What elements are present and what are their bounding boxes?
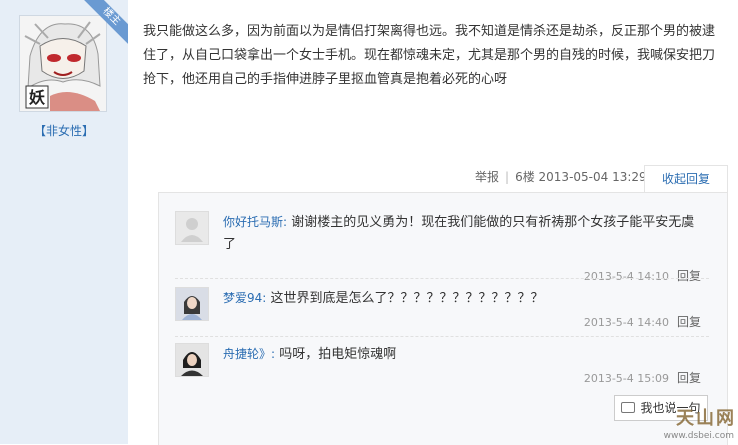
- post-content: 我只能做这么多，因为前面以为是情侣打架离得也远。我不知道是情杀还是劫杀，反正那个…: [143, 24, 716, 87]
- watermark-text: 天山网: [676, 408, 736, 429]
- author-sidebar: 妖 【非女性】: [0, 0, 128, 444]
- list-item: 你好托马斯: 谢谢楼主的见义勇为！现在我们能做的只有祈祷那个女孩子能平安无虞了 …: [175, 211, 709, 283]
- reply-time: 2013-5-4 14:40: [583, 316, 669, 329]
- reply-button[interactable]: 回复: [677, 269, 701, 283]
- reply-button[interactable]: 回复: [677, 315, 701, 329]
- reply-divider: [175, 278, 709, 279]
- reply-avatar[interactable]: [175, 287, 209, 321]
- reply-author[interactable]: 你好托马斯:: [223, 215, 287, 229]
- post-timestamp: 2013-05-04 13:29: [538, 170, 647, 184]
- comment-icon: [621, 402, 636, 413]
- lz-badge-label: 楼主: [84, 0, 128, 44]
- reply-author[interactable]: 梦爱94:: [223, 291, 266, 305]
- list-item: 梦爱94: 这世界到底是怎么了？？？？？？？？？？？？ 2013-5-4 14:…: [175, 287, 709, 329]
- user-photo-icon: [176, 344, 208, 376]
- reply-text: 谢谢楼主的见义勇为！现在我们能做的只有祈祷那个女孩子能平安无虞了: [223, 215, 695, 252]
- reply-time: 2013-5-4 15:09: [583, 372, 669, 385]
- avatar-glyph: 妖: [29, 88, 45, 107]
- reply-author[interactable]: 舟捷轮》:: [223, 347, 275, 361]
- reply-button[interactable]: 回复: [677, 371, 701, 385]
- reply-text: 这世界到底是怎么了？？？？？？？？？？？？: [270, 291, 544, 306]
- reply-avatar[interactable]: [175, 211, 209, 245]
- report-link[interactable]: 举报: [475, 170, 499, 184]
- user-photo-icon: [176, 288, 208, 320]
- collapse-replies-button[interactable]: 收起回复: [644, 165, 728, 193]
- reply-time: 2013-5-4 14:10: [583, 270, 669, 283]
- watermark-url: www.dsbei.com: [663, 431, 734, 441]
- post-meta: 举报 | 6楼 2013-05-04 13:29: [475, 170, 647, 184]
- list-item: 舟捷轮》: 吗呀，拍电矩惊魂啊 2013-5-4 15:09 回复: [175, 343, 709, 385]
- reply-text: 吗呀，拍电矩惊魂啊: [279, 347, 397, 362]
- reply-avatar[interactable]: [175, 343, 209, 377]
- reply-divider: [175, 336, 709, 337]
- lz-badge: 楼主: [84, 0, 128, 44]
- default-avatar-icon: [176, 212, 208, 244]
- watermark: 天山网 www.dsbei.com: [642, 404, 738, 444]
- post-floor: 6楼: [515, 170, 535, 184]
- author-name[interactable]: 【非女性】: [0, 122, 128, 139]
